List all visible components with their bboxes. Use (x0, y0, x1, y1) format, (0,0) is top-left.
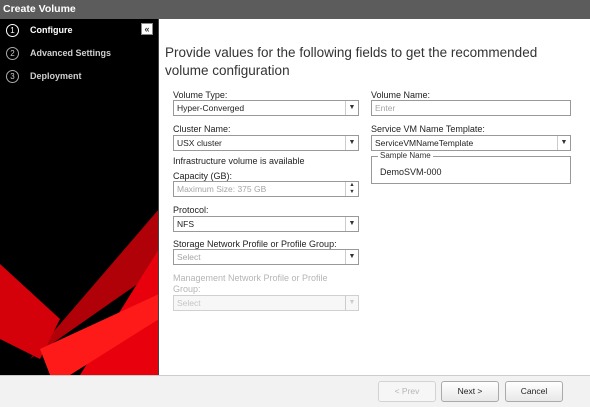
service-vm-template-label: Service VM Name Template: (371, 124, 485, 134)
prev-button[interactable]: < Prev (378, 381, 436, 402)
sample-name-box: Sample Name DemoSVM-000 (371, 151, 571, 184)
volume-name-placeholder: Enter (375, 103, 396, 113)
cluster-name-label: Cluster Name: (173, 124, 231, 134)
wizard-steps: 1 Configure 2 Advanced Settings 3 Deploy… (0, 19, 140, 88)
cluster-name-select[interactable]: USX cluster ▼ (173, 135, 359, 151)
step-label: Configure (30, 25, 73, 35)
capacity-placeholder: Maximum Size: 375 GB (177, 184, 267, 194)
sample-name-value: DemoSVM-000 (380, 167, 442, 177)
chevron-down-icon: ▼ (557, 136, 570, 150)
wizard-sidebar: 1 Configure 2 Advanced Settings 3 Deploy… (0, 19, 159, 375)
volume-type-label: Volume Type: (173, 90, 228, 100)
service-vm-template-select[interactable]: ServiceVMNameTemplate ▼ (371, 135, 571, 151)
service-vm-template-value: ServiceVMNameTemplate (375, 138, 474, 148)
step-deployment[interactable]: 3 Deployment (0, 65, 140, 88)
capacity-input[interactable]: Maximum Size: 375 GB ▲ ▼ (173, 181, 359, 197)
main-panel: Provide values for the following fields … (160, 19, 590, 375)
chevron-down-icon: ▼ (345, 217, 358, 231)
step-number-icon: 1 (6, 24, 19, 37)
protocol-select[interactable]: NFS ▼ (173, 216, 359, 232)
volume-name-input[interactable]: Enter (371, 100, 571, 116)
chevron-down-icon: ▼ (345, 296, 358, 310)
storage-network-placeholder: Select (177, 252, 201, 262)
step-configure[interactable]: 1 Configure (0, 19, 140, 42)
chevron-down-icon: ▼ (345, 250, 358, 264)
wizard-footer: < Prev Next > Cancel (0, 375, 590, 407)
management-network-placeholder: Select (177, 298, 201, 308)
volume-type-select[interactable]: Hyper-Converged ▼ (173, 100, 359, 116)
volume-name-label: Volume Name: (371, 90, 431, 100)
cancel-button[interactable]: Cancel (505, 381, 563, 402)
collapse-sidebar-icon[interactable]: « (141, 23, 153, 35)
management-network-select: Select ▼ (173, 295, 359, 311)
infrastructure-note: Infrastructure volume is available (173, 156, 305, 166)
protocol-value: NFS (177, 219, 194, 229)
chevron-up-icon[interactable]: ▲ (346, 182, 358, 189)
window-title: Create Volume (0, 0, 590, 19)
volume-type-value: Hyper-Converged (177, 103, 245, 113)
page-heading: Provide values for the following fields … (165, 45, 538, 78)
step-label: Deployment (30, 71, 82, 81)
step-number-icon: 3 (6, 70, 19, 83)
cluster-name-value: USX cluster (177, 138, 222, 148)
chevron-down-icon[interactable]: ▼ (346, 189, 358, 196)
step-label: Advanced Settings (30, 48, 112, 58)
capacity-stepper[interactable]: ▲ ▼ (345, 182, 358, 196)
protocol-label: Protocol: (173, 205, 209, 215)
sample-name-legend: Sample Name (378, 151, 433, 160)
storage-network-select[interactable]: Select ▼ (173, 249, 359, 265)
step-advanced-settings[interactable]: 2 Advanced Settings (0, 42, 140, 65)
management-network-label: Management Network Profile or Profile Gr… (173, 273, 328, 294)
chevron-down-icon: ▼ (345, 101, 358, 115)
chevron-down-icon: ▼ (345, 136, 358, 150)
step-number-icon: 2 (6, 47, 19, 60)
storage-network-label: Storage Network Profile or Profile Group… (173, 239, 337, 249)
capacity-label: Capacity (GB): (173, 171, 233, 181)
next-button[interactable]: Next > (441, 381, 499, 402)
